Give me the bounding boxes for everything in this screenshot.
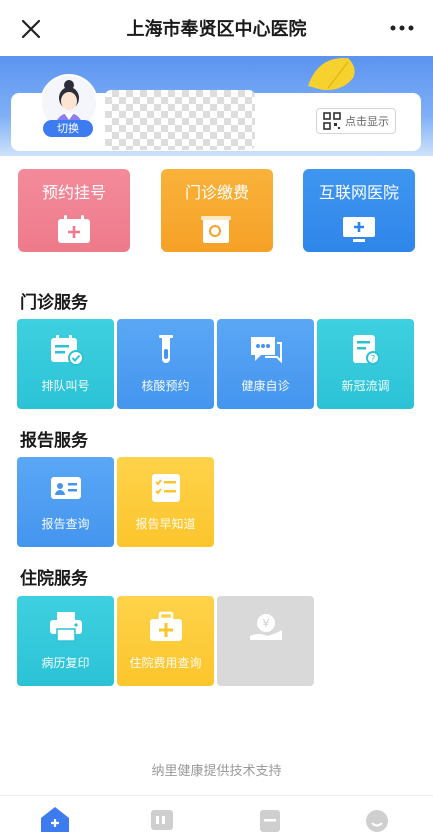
svg-text:?: ?	[371, 355, 376, 365]
nav-record[interactable]	[250, 804, 290, 838]
tile-disabled-payment: ¥	[217, 596, 314, 686]
bottom-nav	[0, 795, 433, 838]
chat-bubble-icon	[151, 810, 173, 830]
tile-nucleic-appointment[interactable]: 核酸预约	[117, 319, 214, 409]
internet-hospital-card[interactable]: 互联网医院	[303, 169, 415, 252]
show-qrcode-label: 点击显示	[345, 115, 389, 128]
ginkgo-leaf-icon	[308, 57, 355, 91]
appointment-card[interactable]: 预约挂号	[18, 169, 130, 252]
top-bar: 上海市奉贤区中心医院	[0, 0, 433, 56]
nav-profile[interactable]	[357, 804, 397, 838]
test-tube-icon	[159, 335, 173, 363]
tile-report-notice-label: 报告早知道	[135, 517, 196, 531]
tile-inpatient-fee[interactable]: 住院费用查询	[117, 596, 214, 686]
close-icon[interactable]	[18, 16, 44, 42]
yuan-hand-icon: ¥	[250, 614, 282, 640]
tile-report-notice[interactable]: 报告早知道	[117, 457, 214, 547]
svg-text:¥: ¥	[263, 617, 270, 630]
user-info-masked	[105, 90, 255, 150]
nav-consult[interactable]	[142, 804, 182, 838]
outpatient-payment-card[interactable]: 门诊缴费	[161, 169, 273, 252]
tile-queue-call-label: 排队叫号	[41, 379, 90, 393]
tile-health-self-check-label: 健康自诊	[241, 379, 290, 393]
nav-home[interactable]	[35, 804, 75, 838]
outpatient-payment-label: 门诊缴费	[184, 183, 249, 202]
tile-record-copy[interactable]: 病历复印	[17, 596, 114, 686]
qrcode-icon	[323, 112, 341, 130]
show-qrcode-button[interactable]: 点击显示	[316, 108, 396, 134]
tile-covid-survey[interactable]: ? 新冠流调	[317, 319, 414, 409]
tile-queue-call[interactable]: 排队叫号	[17, 319, 114, 409]
footer-text: 纳里健康提供技术支持	[151, 764, 282, 779]
internet-hospital-label: 互联网医院	[318, 183, 399, 202]
page-title: 上海市奉贤区中心医院	[126, 19, 307, 40]
appointment-label: 预约挂号	[41, 183, 106, 202]
section-title-outpatient: 门诊服务	[20, 293, 88, 313]
section-title-report: 报告服务	[20, 431, 88, 451]
survey-doc-icon: ?	[353, 335, 380, 365]
queue-calendar-icon	[51, 335, 84, 366]
tile-health-self-check[interactable]: 健康自诊	[217, 319, 314, 409]
tile-inpatient-fee-label: 住院费用查询	[129, 656, 202, 670]
tile-record-copy-label: 病历复印	[41, 656, 90, 670]
bill-icon	[201, 216, 231, 243]
more-icon[interactable]	[389, 18, 415, 38]
document-icon	[260, 810, 280, 832]
chat-icon	[251, 337, 282, 364]
tile-nucleic-appointment-label: 核酸预约	[141, 379, 190, 393]
switch-badge[interactable]: 切换	[43, 120, 93, 137]
calendar-plus-icon	[58, 215, 90, 243]
checklist-icon	[152, 474, 180, 502]
printer-icon	[50, 612, 82, 642]
tile-covid-survey-label: 新冠流调	[341, 379, 390, 393]
tile-report-query[interactable]: 报告查询	[17, 457, 114, 547]
monitor-plus-icon	[343, 217, 375, 242]
smile-face-icon	[366, 810, 388, 832]
report-card-icon	[51, 477, 81, 499]
tile-report-query-label: 报告查询	[41, 517, 90, 531]
section-title-inpatient: 住院服务	[20, 569, 88, 589]
home-icon	[41, 807, 69, 832]
medical-kit-icon	[150, 611, 182, 641]
